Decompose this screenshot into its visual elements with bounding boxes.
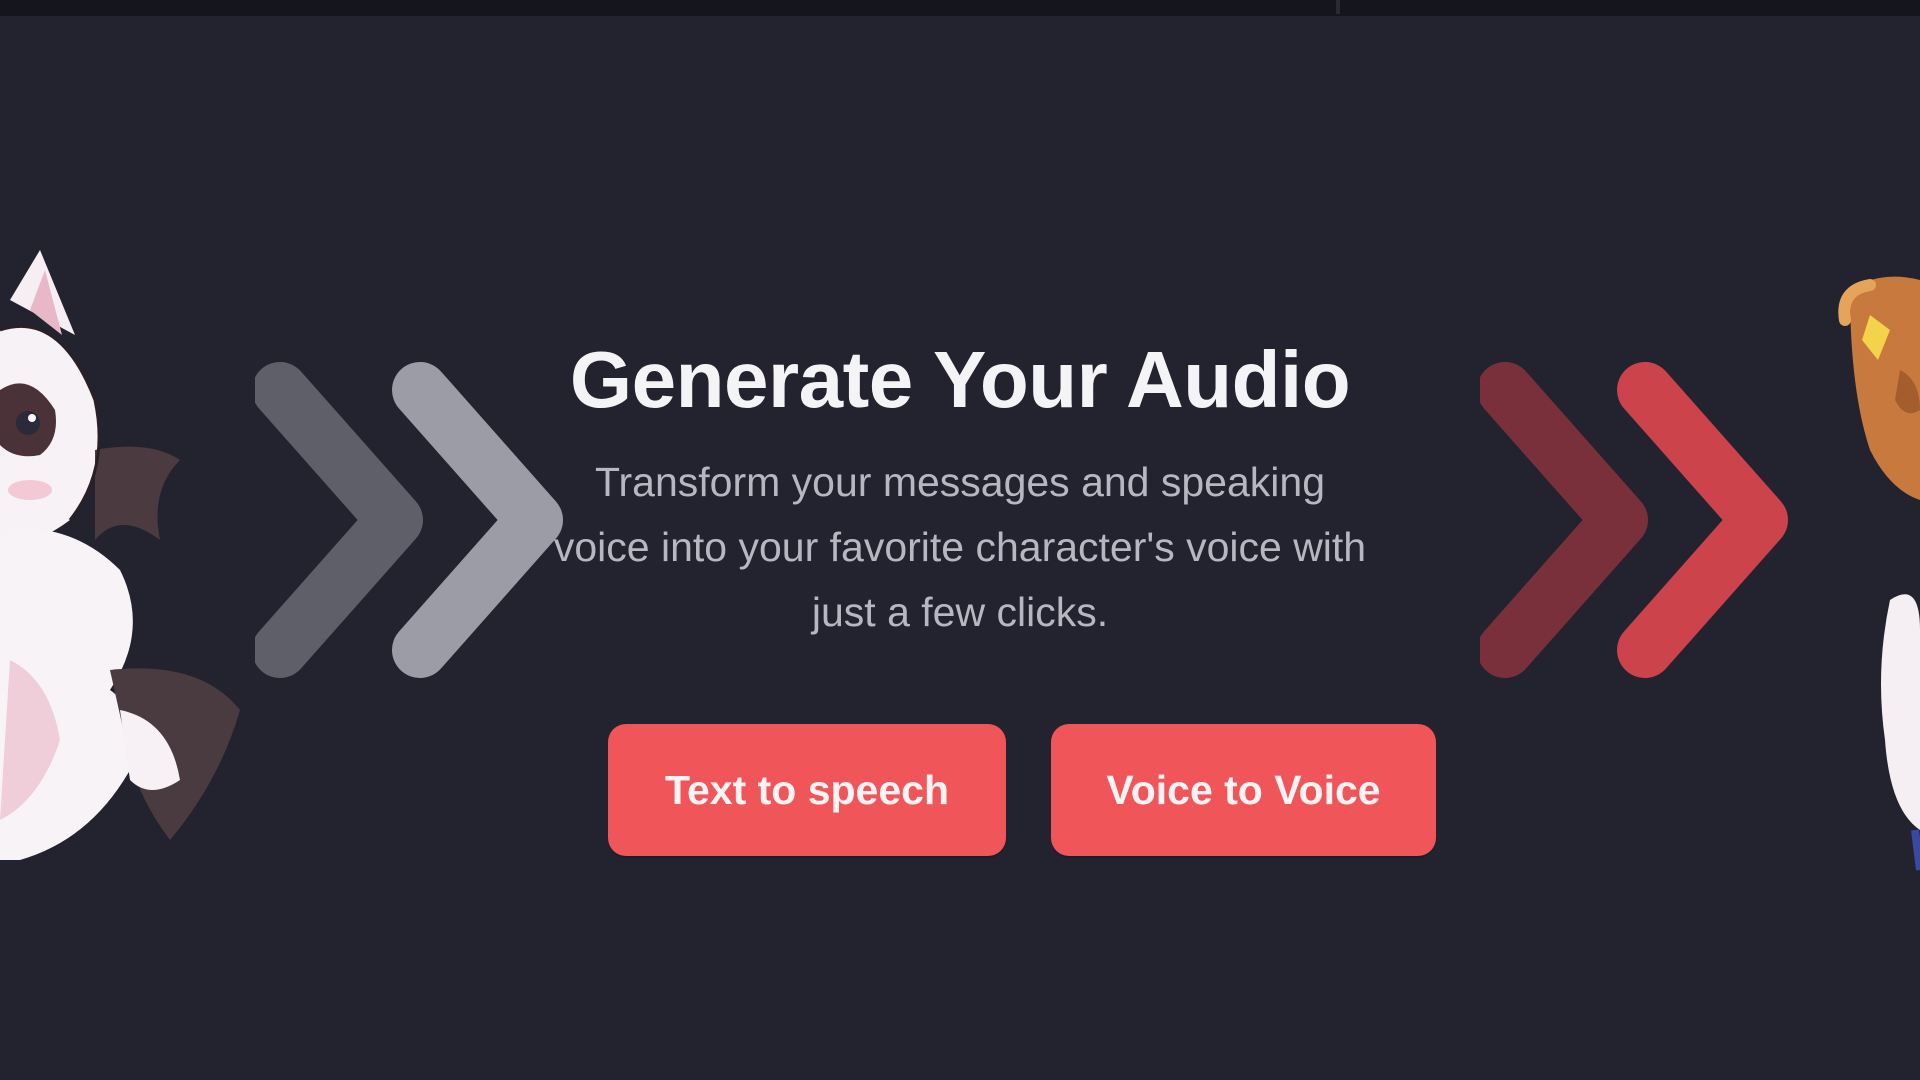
action-buttons: Text to speech Voice to Voice — [608, 724, 1438, 856]
hero-subtitle: Transform your messages and speaking voi… — [553, 459, 1367, 635]
page-title: Generate Your Audio — [569, 335, 1351, 424]
voice-to-voice-button[interactable]: Voice to Voice — [1051, 724, 1436, 856]
fox-mascot-illustration — [0, 250, 240, 860]
page: Generate Your Audio Transform your messa… — [0, 0, 1920, 1080]
double-chevron-right-icon — [1480, 362, 1788, 678]
hero-section: Generate Your Audio Transform your messa… — [554, 330, 1366, 645]
top-bar-divider — [1336, 0, 1340, 14]
orange-character-illustration — [1838, 276, 1920, 871]
text-to-speech-button[interactable]: Text to speech — [608, 724, 1006, 856]
double-chevron-right-icon — [255, 362, 563, 678]
top-bar — [0, 0, 1920, 16]
